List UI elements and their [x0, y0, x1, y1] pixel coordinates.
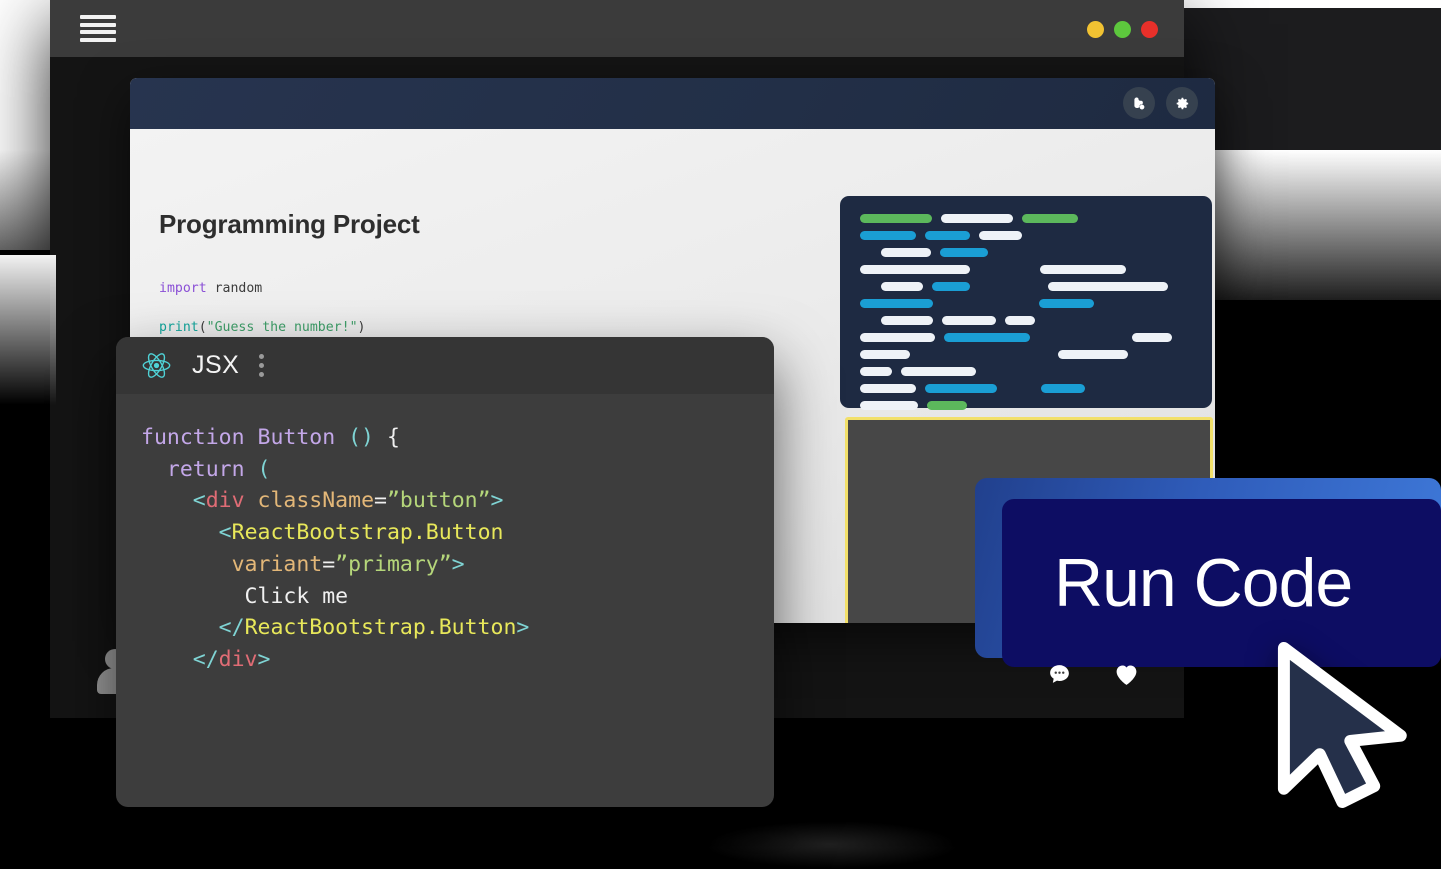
heart-icon[interactable] [1114, 663, 1139, 686]
social-actions [1047, 662, 1139, 687]
illustration-bar [979, 231, 1022, 240]
illustration-bar [881, 316, 933, 325]
illustration-row [860, 367, 1192, 376]
illustration-bar [927, 401, 967, 410]
illustration-bar [1005, 316, 1035, 325]
cursor-arrow-icon [1265, 640, 1425, 810]
illustration-bar [941, 214, 1013, 223]
illustration-bar [860, 316, 872, 325]
code-line: </div> [141, 644, 774, 676]
illustration-bar [1039, 299, 1094, 308]
illustration-row [860, 231, 1192, 240]
illustration-bar [1058, 350, 1128, 359]
editor-toolbar [130, 78, 1215, 129]
code-line: variant=”primary”> [141, 549, 774, 581]
illustration-row [860, 248, 1192, 257]
illustration-bar [1039, 333, 1123, 342]
illustration-bar [860, 282, 872, 291]
illustration-bar [925, 231, 970, 240]
page-title: Programming Project [159, 209, 420, 240]
hamburger-menu-icon[interactable] [80, 15, 116, 42]
extensions-icon[interactable] [1123, 87, 1155, 119]
jsx-panel-header: JSX [116, 337, 774, 394]
illustration-bar [1040, 265, 1126, 274]
illustration-bar [860, 248, 872, 257]
illustration-bar [860, 401, 918, 410]
code-line: </ReactBootstrap.Button> [141, 612, 774, 644]
illustration-bar [932, 282, 970, 291]
close-button[interactable] [1141, 21, 1158, 38]
code-line [159, 299, 667, 319]
illustration-row [860, 316, 1192, 325]
illustration-bar [860, 231, 916, 240]
minimize-button[interactable] [1087, 21, 1104, 38]
illustration-row [860, 350, 1192, 359]
left-shadow-gradient [0, 255, 56, 455]
code-line: import random [159, 279, 667, 299]
code-line: function Button () { [141, 422, 774, 454]
bottom-shadow-gradient [700, 820, 960, 869]
illustration-row [860, 333, 1192, 342]
illustration-bar [925, 384, 997, 393]
illustration-bar [979, 282, 1039, 291]
illustration-bar [944, 333, 1030, 342]
code-line: Click me [141, 581, 774, 613]
react-atom-icon [141, 350, 172, 381]
illustration-bar [1132, 333, 1172, 342]
maximize-button[interactable] [1114, 21, 1131, 38]
illustration-bar [860, 350, 910, 359]
illustration-row [860, 401, 1192, 410]
run-code-label: Run Code [1054, 544, 1352, 622]
illustration-bar [860, 384, 916, 393]
illustration-bar [860, 265, 970, 274]
illustration-bar [860, 214, 932, 223]
code-line: <ReactBootstrap.Button [141, 517, 774, 549]
illustration-bar [940, 248, 988, 257]
illustration-bar [881, 248, 931, 257]
illustration-bar [901, 367, 976, 376]
illustration-bar [942, 316, 996, 325]
jsx-code-panel: JSX function Button () { return ( <div c… [116, 337, 774, 807]
comment-bubble-icon[interactable] [1047, 662, 1072, 687]
code-line: return ( [141, 454, 774, 486]
illustration-bar [860, 367, 892, 376]
illustration-row [860, 384, 1192, 393]
illustration-row [860, 299, 1192, 308]
kebab-menu-icon[interactable] [259, 354, 264, 377]
window-controls [1087, 21, 1158, 38]
illustration-bar [1048, 282, 1168, 291]
illustration-row [860, 214, 1192, 223]
illustration-bar [919, 350, 1049, 359]
code-line: <div className=”button”> [141, 485, 774, 517]
illustration-bar [1041, 384, 1085, 393]
window-titlebar [50, 0, 1184, 57]
jsx-code-block[interactable]: function Button () { return ( <div class… [116, 394, 774, 676]
illustration-bar [881, 282, 923, 291]
illustration-row [860, 265, 1192, 274]
illustration-row [860, 282, 1192, 291]
code-line: print("Guess the number!") [159, 318, 667, 338]
jsx-panel-title: JSX [192, 351, 239, 380]
illustration-bar [860, 299, 933, 308]
illustration-bar [942, 299, 1030, 308]
illustration-bar [860, 333, 935, 342]
illustration-bar [1006, 384, 1032, 393]
illustration-bar [1022, 214, 1078, 223]
illustration-bar [979, 265, 1031, 274]
settings-gear-icon[interactable] [1166, 87, 1198, 119]
background-dark-panel [1183, 8, 1441, 150]
code-illustration [840, 196, 1212, 408]
